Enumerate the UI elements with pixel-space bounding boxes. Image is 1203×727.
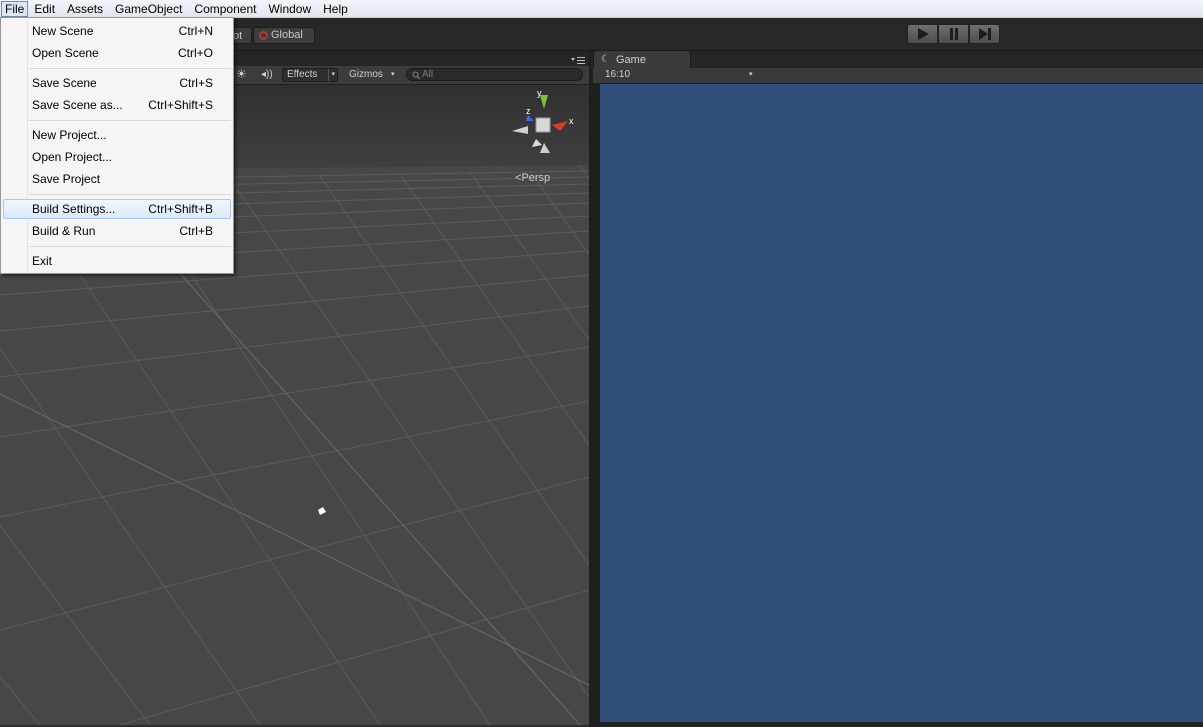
menu-window[interactable]: Window — [262, 1, 317, 17]
audio-toggle-icon[interactable]: ◂)) — [261, 68, 273, 81]
menu-item-label: Save Project — [32, 172, 101, 186]
gizmos-dropdown-arrow-icon: ▾ — [391, 71, 395, 78]
projection-mode-toggle[interactable]: <Persp — [515, 172, 550, 184]
effects-dropdown-arrow-icon: ▾ — [328, 69, 335, 81]
axis-z-label: z — [526, 106, 531, 116]
menu-gameobject[interactable]: GameObject — [109, 1, 188, 17]
menu-item-label: Exit — [32, 254, 53, 268]
game-tab-label: Game — [616, 54, 646, 66]
menu-item-label: New Project... — [32, 128, 107, 142]
menu-item-open-scene[interactable]: Open Scene Ctrl+O — [3, 43, 231, 63]
menu-assets[interactable]: Assets — [61, 1, 109, 17]
pause-button[interactable] — [938, 24, 969, 44]
gizmos-label: Gizmos — [349, 69, 383, 80]
playback-controls — [907, 24, 1000, 44]
menu-item-save-scene-as[interactable]: Save Scene as... Ctrl+Shift+S — [3, 95, 231, 115]
menu-help[interactable]: Help — [317, 1, 354, 17]
menu-item-label: Build & Run — [32, 224, 96, 238]
menu-item-label: Save Scene — [32, 76, 97, 90]
persp-label: Persp — [521, 172, 551, 184]
menu-item-exit[interactable]: Exit — [3, 251, 231, 271]
aspect-ratio-label: 16:10 — [605, 69, 631, 80]
menu-edit[interactable]: Edit — [28, 1, 61, 17]
tab-game[interactable]: ☾ Game — [593, 50, 691, 68]
menu-item-label: New Scene — [32, 24, 94, 38]
menu-file[interactable]: File — [1, 0, 29, 17]
menu-separator — [29, 120, 231, 121]
menu-item-shortcut: Ctrl+S — [179, 76, 213, 90]
menu-separator — [29, 194, 231, 195]
menu-separator — [29, 68, 231, 69]
orientation-gizmo-icon[interactable]: y x z — [508, 91, 580, 161]
menu-item-new-project[interactable]: New Project... — [3, 125, 231, 145]
pivot-toggle-label: ot — [233, 30, 243, 42]
search-icon — [412, 71, 421, 79]
menu-item-label: Build Settings... — [32, 202, 116, 216]
file-menu-dropdown: New Scene Ctrl+N Open Scene Ctrl+O Save … — [0, 17, 234, 274]
menu-item-build-settings[interactable]: Build Settings... Ctrl+Shift+B — [3, 199, 231, 219]
menu-item-save-project[interactable]: Save Project — [3, 169, 231, 189]
aspect-dropdown-arrow-icon: ▾ — [749, 71, 753, 78]
panel-menu-icon[interactable] — [571, 56, 587, 66]
global-icon — [259, 31, 268, 40]
gizmos-dropdown[interactable]: Gizmos ▾ — [345, 68, 400, 82]
menu-component[interactable]: Component — [188, 1, 262, 17]
menu-bar: File Edit Assets GameObject Component Wi… — [0, 0, 1203, 18]
step-icon — [978, 28, 991, 40]
game-toolbar: 16:10 ▾ — [593, 68, 1203, 84]
menu-item-save-scene[interactable]: Save Scene Ctrl+S — [3, 73, 231, 93]
menu-item-new-scene[interactable]: New Scene Ctrl+N — [3, 21, 231, 41]
menu-item-open-project[interactable]: Open Project... — [3, 147, 231, 167]
global-toggle-button[interactable]: Global — [253, 27, 315, 44]
menu-item-shortcut: Ctrl+Shift+B — [148, 202, 213, 216]
scene-search-field[interactable]: All — [406, 68, 583, 81]
step-button[interactable] — [969, 24, 1000, 44]
menu-item-build-and-run[interactable]: Build & Run Ctrl+B — [3, 221, 231, 241]
search-placeholder: All — [422, 69, 434, 80]
menu-item-label: Open Project... — [32, 150, 113, 164]
aspect-ratio-dropdown[interactable]: 16:10 ▾ — [593, 68, 758, 82]
pause-icon — [949, 28, 958, 40]
game-tab-icon: ☾ — [601, 54, 610, 65]
menu-item-shortcut: Ctrl+N — [178, 24, 213, 38]
menu-item-shortcut: Ctrl+B — [179, 224, 213, 238]
menu-separator — [29, 246, 231, 247]
effects-dropdown[interactable]: Effects ▾ — [282, 68, 338, 82]
axis-y-label: y — [537, 91, 542, 98]
menu-item-label: Open Scene — [32, 46, 99, 60]
global-toggle-label: Global — [271, 29, 303, 41]
menu-item-shortcut: Ctrl+O — [177, 46, 213, 60]
panel-divider[interactable] — [589, 51, 599, 727]
play-button[interactable] — [907, 24, 938, 44]
menu-item-label: Save Scene as... — [32, 98, 123, 112]
game-viewport[interactable] — [600, 84, 1203, 722]
play-icon — [917, 28, 929, 40]
menu-item-shortcut: Ctrl+Shift+S — [148, 98, 213, 112]
axis-x-label: x — [569, 116, 574, 126]
lighting-toggle-icon[interactable]: ☀ — [236, 68, 247, 81]
effects-label: Effects — [287, 69, 318, 80]
